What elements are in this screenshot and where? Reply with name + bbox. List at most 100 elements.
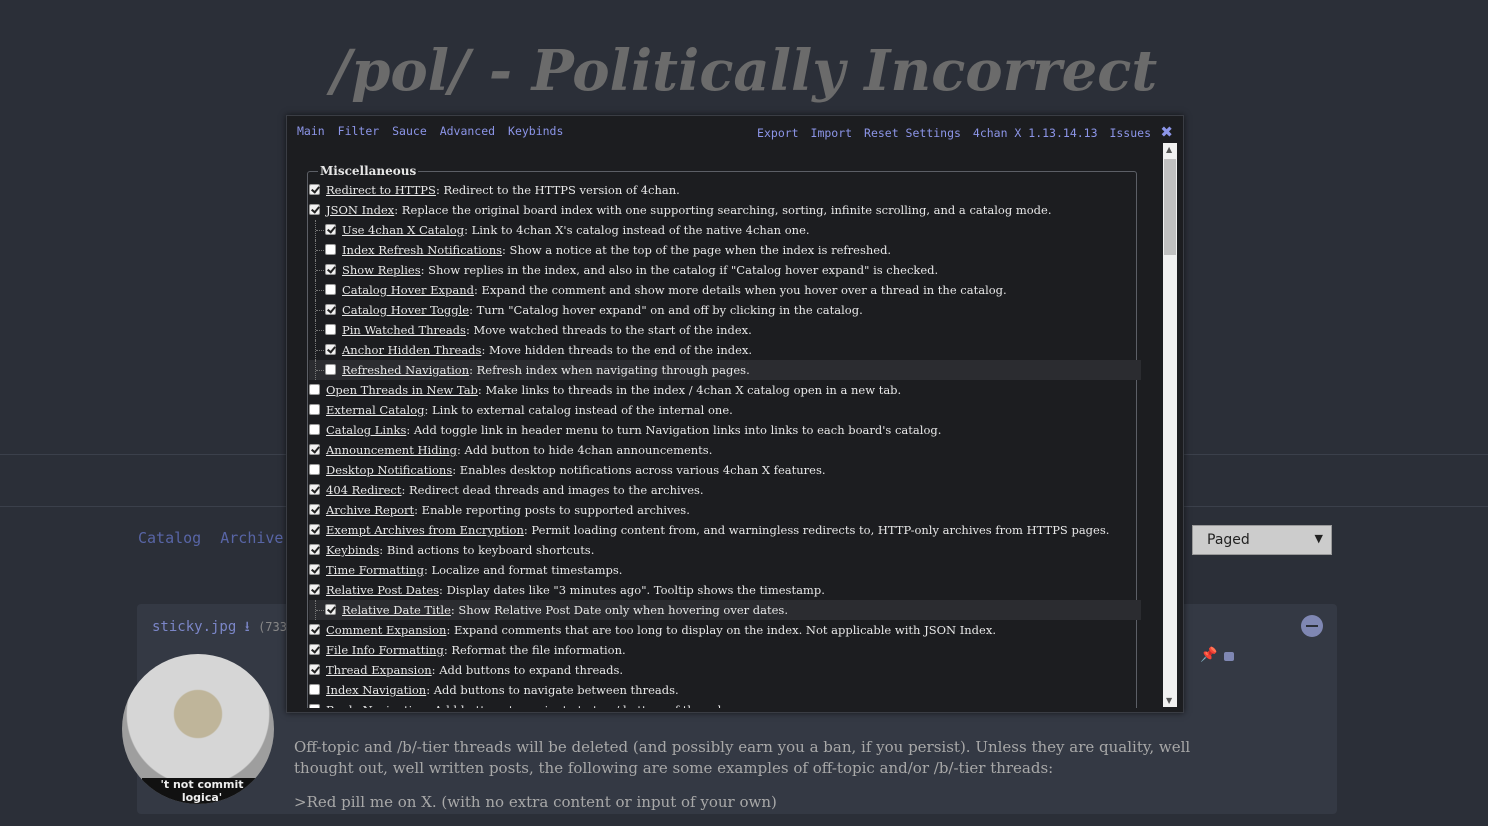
tab-main[interactable]: Main: [297, 124, 325, 138]
setting-checkbox[interactable]: [325, 264, 336, 275]
setting-name[interactable]: Index Navigation: [326, 683, 426, 697]
setting-checkbox[interactable]: [309, 544, 320, 555]
setting-option[interactable]: Archive Report: Enable reporting posts t…: [309, 500, 1141, 520]
setting-checkbox[interactable]: [309, 644, 320, 655]
setting-checkbox[interactable]: [309, 444, 320, 455]
setting-option[interactable]: Open Threads in New Tab: Make links to t…: [309, 380, 1141, 400]
catalog-link[interactable]: Catalog: [138, 529, 201, 547]
setting-name[interactable]: Time Formatting: [326, 563, 424, 577]
setting-checkbox[interactable]: [309, 384, 320, 395]
setting-name[interactable]: JSON Index: [326, 203, 394, 217]
setting-option[interactable]: 404 Redirect: Redirect dead threads and …: [309, 480, 1141, 500]
scrollbar[interactable]: ▲ ▼: [1163, 143, 1177, 707]
setting-option[interactable]: Comment Expansion: Expand comments that …: [309, 620, 1141, 640]
tab-advanced[interactable]: Advanced: [440, 124, 495, 138]
close-icon[interactable]: ✖: [1160, 123, 1173, 141]
setting-name[interactable]: Use 4chan X Catalog: [342, 223, 464, 237]
setting-name[interactable]: Catalog Hover Expand: [342, 283, 474, 297]
setting-checkbox[interactable]: [325, 304, 336, 315]
setting-checkbox[interactable]: [309, 664, 320, 675]
setting-name[interactable]: Keybinds: [326, 543, 379, 557]
setting-name[interactable]: Open Threads in New Tab: [326, 383, 478, 397]
setting-name[interactable]: Exempt Archives from Encryption: [326, 523, 524, 537]
issues-link[interactable]: Issues: [1109, 126, 1151, 140]
setting-name[interactable]: Desktop Notifications: [326, 463, 452, 477]
setting-name[interactable]: External Catalog: [326, 403, 425, 417]
setting-checkbox[interactable]: [309, 484, 320, 495]
hide-thread-button[interactable]: [1301, 615, 1323, 637]
setting-checkbox[interactable]: [325, 604, 336, 615]
setting-name[interactable]: Archive Report: [326, 503, 414, 517]
setting-checkbox[interactable]: [309, 624, 320, 635]
import-link[interactable]: Import: [811, 126, 853, 140]
setting-name[interactable]: Catalog Hover Toggle: [342, 303, 469, 317]
version-link[interactable]: 4chan X 1.13.14.13: [973, 126, 1098, 140]
scrollbar-thumb[interactable]: [1164, 159, 1176, 255]
tab-filter[interactable]: Filter: [338, 124, 380, 138]
setting-name[interactable]: Relative Date Title: [342, 603, 451, 617]
setting-name[interactable]: Catalog Links: [326, 423, 406, 437]
setting-checkbox[interactable]: [309, 524, 320, 535]
archive-link[interactable]: Archive: [220, 529, 283, 547]
setting-checkbox[interactable]: [309, 404, 320, 415]
setting-option[interactable]: Thread Expansion: Add buttons to expand …: [309, 660, 1141, 680]
setting-option[interactable]: Relative Date Title: Show Relative Post …: [309, 600, 1141, 620]
setting-checkbox[interactable]: [309, 184, 320, 195]
setting-name[interactable]: Announcement Hiding: [326, 443, 457, 457]
setting-option[interactable]: Refreshed Navigation: Refresh index when…: [309, 360, 1141, 380]
setting-name[interactable]: Thread Expansion: [326, 663, 432, 677]
setting-option[interactable]: Index Navigation: Add buttons to navigat…: [309, 680, 1141, 700]
setting-checkbox[interactable]: [309, 684, 320, 695]
export-link[interactable]: Export: [757, 126, 799, 140]
setting-option[interactable]: Exempt Archives from Encryption: Permit …: [309, 520, 1141, 540]
setting-checkbox[interactable]: [309, 204, 320, 215]
setting-name[interactable]: Anchor Hidden Threads: [342, 343, 481, 357]
setting-name[interactable]: Show Replies: [342, 263, 421, 277]
setting-option[interactable]: Keybinds: Bind actions to keyboard short…: [309, 540, 1141, 560]
setting-option[interactable]: File Info Formatting: Reformat the file …: [309, 640, 1141, 660]
setting-option[interactable]: Use 4chan X Catalog: Link to 4chan X's c…: [309, 220, 1141, 240]
setting-option[interactable]: Anchor Hidden Threads: Move hidden threa…: [309, 340, 1141, 360]
setting-option[interactable]: Catalog Links: Add toggle link in header…: [309, 420, 1141, 440]
index-mode-select[interactable]: Paged ▼: [1192, 525, 1332, 555]
setting-option[interactable]: Redirect to HTTPS: Redirect to the HTTPS…: [309, 180, 1141, 200]
download-icon[interactable]: ⭳: [245, 619, 250, 635]
setting-option[interactable]: Desktop Notifications: Enables desktop n…: [309, 460, 1141, 480]
setting-name[interactable]: 404 Redirect: [326, 483, 401, 497]
setting-name[interactable]: File Info Formatting: [326, 643, 444, 657]
setting-name[interactable]: Relative Post Dates: [326, 583, 439, 597]
setting-option[interactable]: Show Replies: Show replies in the index,…: [309, 260, 1141, 280]
setting-option[interactable]: Catalog Hover Expand: Expand the comment…: [309, 280, 1141, 300]
setting-option[interactable]: Reply Navigation: Add buttons to navigat…: [309, 700, 1141, 708]
setting-checkbox[interactable]: [325, 324, 336, 335]
setting-name[interactable]: Refreshed Navigation: [342, 363, 469, 377]
setting-option[interactable]: Catalog Hover Toggle: Turn "Catalog hove…: [309, 300, 1141, 320]
setting-checkbox[interactable]: [325, 224, 336, 235]
setting-option[interactable]: Relative Post Dates: Display dates like …: [309, 580, 1141, 600]
setting-name[interactable]: Comment Expansion: [326, 623, 446, 637]
file-link[interactable]: sticky.jpg: [152, 619, 236, 635]
setting-checkbox[interactable]: [309, 424, 320, 435]
setting-option[interactable]: JSON Index: Replace the original board i…: [309, 200, 1141, 220]
setting-checkbox[interactable]: [325, 284, 336, 295]
setting-checkbox[interactable]: [309, 564, 320, 575]
setting-option[interactable]: Announcement Hiding: Add button to hide …: [309, 440, 1141, 460]
setting-option[interactable]: Time Formatting: Localize and format tim…: [309, 560, 1141, 580]
post-thumbnail[interactable]: 't not commit logica': [122, 654, 274, 804]
setting-option[interactable]: Index Refresh Notifications: Show a noti…: [309, 240, 1141, 260]
settings-scroll-area[interactable]: Miscellaneous Redirect to HTTPS: Redirec…: [295, 142, 1183, 708]
setting-name[interactable]: Reply Navigation: [326, 703, 427, 708]
tab-keybinds[interactable]: Keybinds: [508, 124, 563, 138]
scroll-up-icon[interactable]: ▲: [1166, 145, 1172, 154]
setting-checkbox[interactable]: [309, 584, 320, 595]
setting-checkbox[interactable]: [309, 704, 320, 708]
setting-name[interactable]: Index Refresh Notifications: [342, 243, 502, 257]
setting-checkbox[interactable]: [309, 464, 320, 475]
reset-settings-link[interactable]: Reset Settings: [864, 126, 961, 140]
setting-checkbox[interactable]: [325, 244, 336, 255]
setting-checkbox[interactable]: [325, 344, 336, 355]
setting-option[interactable]: Pin Watched Threads: Move watched thread…: [309, 320, 1141, 340]
setting-option[interactable]: External Catalog: Link to external catal…: [309, 400, 1141, 420]
setting-name[interactable]: Pin Watched Threads: [342, 323, 466, 337]
setting-checkbox[interactable]: [325, 364, 336, 375]
